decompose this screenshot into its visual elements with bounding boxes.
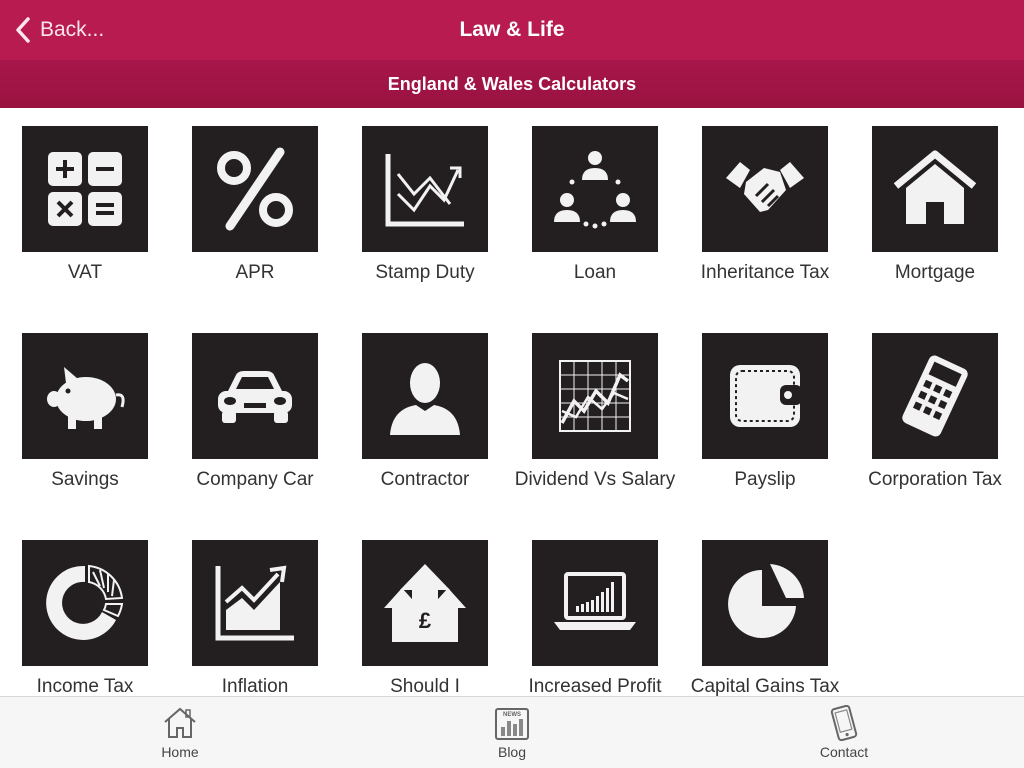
tile-label: Corporation Tax <box>868 469 1002 490</box>
tile-label: Income Tax <box>36 676 134 696</box>
tile-label: Contractor <box>380 469 470 490</box>
calculator-tile-increased-profit[interactable]: Increased Profit <box>510 522 680 696</box>
tile-icon-box <box>192 126 318 252</box>
back-button[interactable]: Back... <box>14 14 104 46</box>
calculator-tile-company-car[interactable]: Company Car <box>170 315 340 515</box>
grid-chart-icon <box>559 360 631 432</box>
calculator-tile-savings[interactable]: Savings <box>0 315 170 515</box>
tab-blog[interactable]: NEWS Blog <box>442 697 582 768</box>
calculator-tile-stamp-duty[interactable]: Stamp Duty <box>340 108 510 308</box>
calculator-tile-payslip[interactable]: Payslip <box>680 315 850 515</box>
calculator-tile-inheritance-tax[interactable]: Inheritance Tax <box>680 108 850 308</box>
section-title: England & Wales Calculators <box>387 74 637 94</box>
house-icon <box>893 150 977 224</box>
tile-icon-box <box>192 333 318 459</box>
tile-icon-box <box>872 126 998 252</box>
tile-label: Dividend Vs Salary <box>514 469 676 490</box>
tile-icon-box: £ <box>362 540 488 666</box>
pound-arrows-icon: £ <box>384 564 466 642</box>
tile-icon-box <box>362 126 488 252</box>
tile-label: VAT <box>67 262 103 283</box>
tile-icon-box <box>872 333 998 459</box>
app-title: Law & Life <box>459 18 565 41</box>
tile-icon-box <box>192 540 318 666</box>
news-icon-text: NEWS <box>503 712 521 718</box>
calculator-tile-inflation[interactable]: Inflation <box>170 522 340 696</box>
calculator-tile-contractor[interactable]: Contractor <box>340 315 510 515</box>
section-header: England & Wales Calculators <box>0 60 1024 108</box>
phone-icon <box>830 705 858 741</box>
tile-icon-box <box>532 540 658 666</box>
calculator-tile-should-i[interactable]: £ Should I <box>340 522 510 696</box>
calculator-tile-dividend-vs-salary[interactable]: Dividend Vs Salary <box>510 315 680 515</box>
tile-icon-box <box>22 126 148 252</box>
svg-text:£: £ <box>419 608 432 633</box>
tile-label: APR <box>235 262 275 283</box>
laptop-chart-icon <box>554 572 636 630</box>
news-icon: NEWS <box>495 708 529 740</box>
calculator-tile-vat[interactable]: VAT <box>0 108 170 308</box>
tile-label: Inheritance Tax <box>700 262 830 283</box>
calculator-tile-loan[interactable]: Loan <box>510 108 680 308</box>
tile-label: Savings <box>51 469 119 490</box>
people-cycle-icon <box>554 151 636 229</box>
back-label: Back... <box>40 18 105 41</box>
rising-chart-icon <box>215 565 294 641</box>
calculator-tile-income-tax[interactable]: Income Tax <box>0 522 170 696</box>
tile-icon-box <box>702 126 828 252</box>
donut-chart-icon <box>46 564 124 640</box>
tab-contact[interactable]: Contact <box>774 697 914 768</box>
calculator-tile-apr[interactable]: APR <box>170 108 340 308</box>
tile-label: Capital Gains Tax <box>690 676 840 696</box>
chevron-left-icon <box>16 17 30 43</box>
calculator-grid: VAT APR Stamp Duty Loan Inheritance Tax … <box>0 108 1024 696</box>
top-navigation-bar: Back... Law & Life <box>0 0 1024 60</box>
wallet-icon <box>730 365 802 427</box>
handheld-calculator-icon <box>902 355 968 437</box>
tile-label: Company Car <box>196 469 314 490</box>
tab-label: Blog <box>497 744 527 760</box>
tile-label: Stamp Duty <box>375 262 475 283</box>
tile-label: Mortgage <box>894 262 976 283</box>
tile-icon-box <box>532 126 658 252</box>
tile-label: Increased Profit <box>528 676 662 696</box>
percent-icon <box>217 147 293 231</box>
tab-label: Contact <box>819 744 869 760</box>
pie-chart-icon <box>728 564 804 638</box>
piggy-bank-icon <box>47 367 125 429</box>
calculator-tile-corporation-tax[interactable]: Corporation Tax <box>850 315 1020 515</box>
calculator-keys-icon <box>48 152 122 226</box>
tile-label: Loan <box>573 262 617 283</box>
tile-icon-box <box>22 333 148 459</box>
tile-icon-box <box>702 333 828 459</box>
tab-home[interactable]: Home <box>110 697 250 768</box>
tile-label: Should I <box>390 676 460 696</box>
tile-icon-box <box>702 540 828 666</box>
tile-icon-box <box>362 333 488 459</box>
handshake-icon <box>726 162 804 212</box>
tile-icon-box <box>532 333 658 459</box>
home-icon <box>164 707 196 738</box>
bottom-tab-bar: Home NEWS Blog Contact <box>0 696 1024 768</box>
tab-label: Home <box>161 744 199 760</box>
calculator-tile-mortgage[interactable]: Mortgage <box>850 108 1020 308</box>
car-icon <box>218 371 292 423</box>
tile-label: Payslip <box>734 469 796 490</box>
tile-label: Inflation <box>221 676 289 696</box>
tile-icon-box <box>22 540 148 666</box>
trend-chart-icon <box>385 154 464 227</box>
person-bust-icon <box>390 363 460 435</box>
calculator-tile-capital-gains-tax[interactable]: Capital Gains Tax <box>680 522 850 696</box>
